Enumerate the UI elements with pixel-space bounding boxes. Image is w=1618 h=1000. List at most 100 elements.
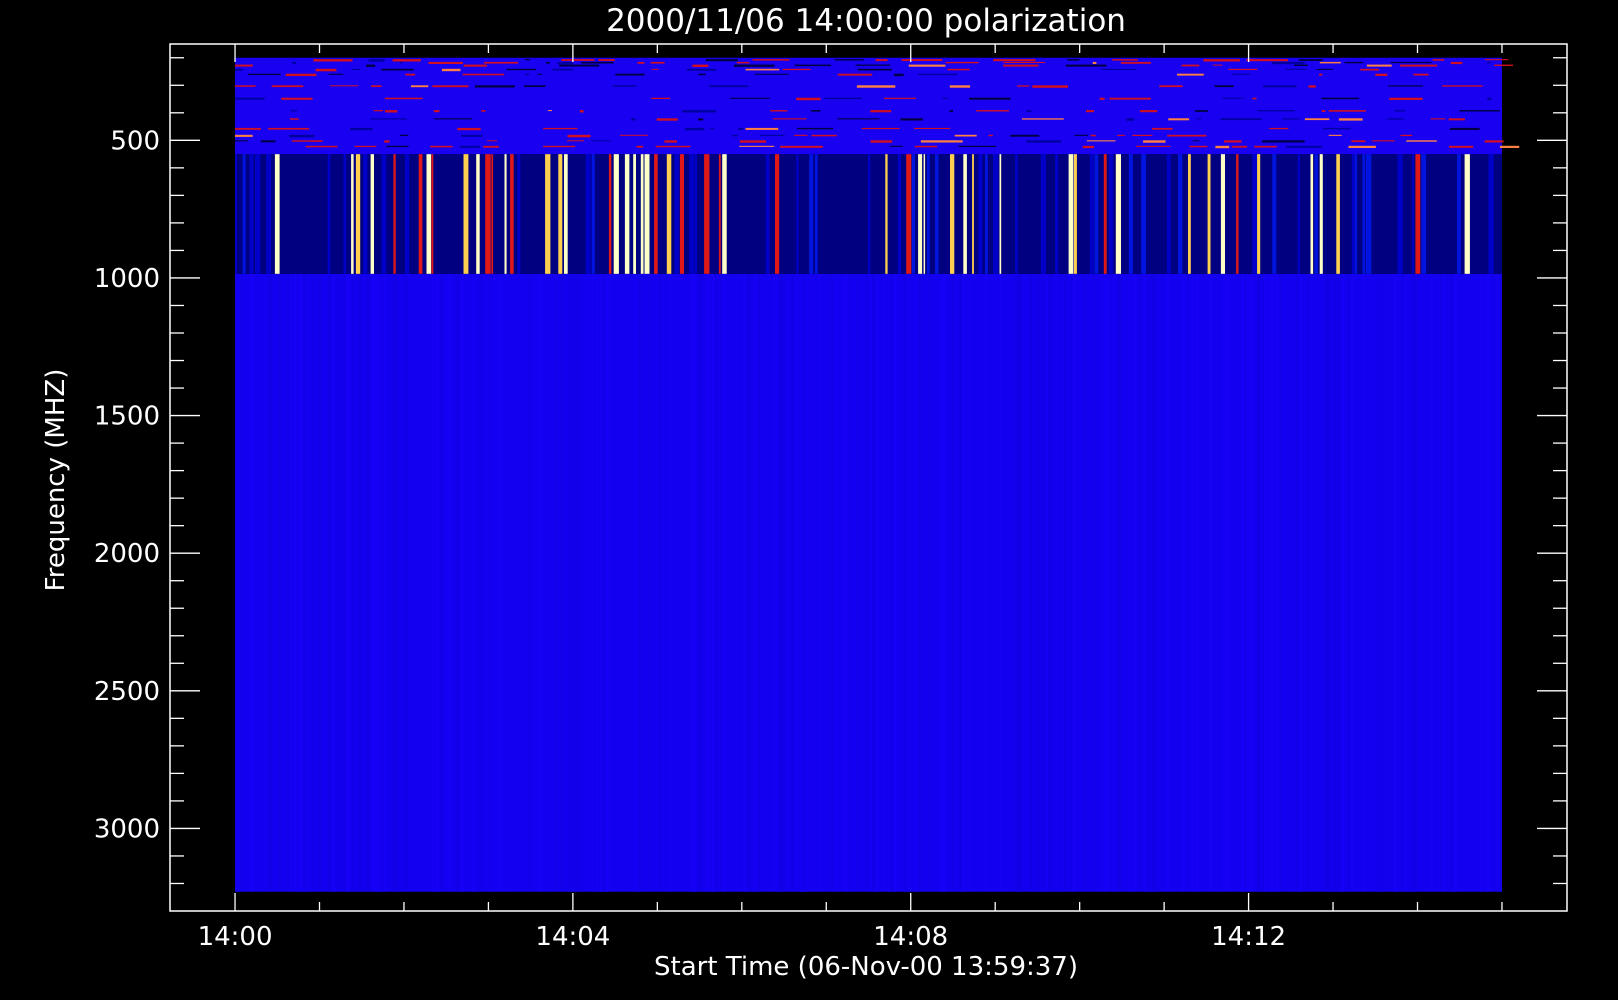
band-high-column xyxy=(773,273,776,892)
burst-column xyxy=(694,154,697,274)
streak-segment xyxy=(1400,134,1413,137)
y-axis-label: Frequency (MHZ) xyxy=(41,369,71,592)
streak-segment xyxy=(731,134,738,137)
streak-segment xyxy=(1222,97,1244,99)
streak-segment xyxy=(914,145,938,148)
band-high-column xyxy=(494,273,496,892)
streak-segment xyxy=(1338,118,1363,121)
streak-segment xyxy=(1432,59,1445,61)
streak-segment xyxy=(598,59,615,61)
band-high-column xyxy=(1209,273,1212,892)
y-tick-label: 500 xyxy=(110,126,160,156)
band-high-column xyxy=(1143,273,1147,892)
burst-column xyxy=(266,154,271,274)
burst-column xyxy=(1319,154,1323,274)
band-high-column xyxy=(883,273,885,892)
band-high-column xyxy=(379,273,382,892)
band-high-column xyxy=(637,273,642,892)
streak-segment xyxy=(1286,145,1323,148)
streak-segment xyxy=(1109,97,1151,100)
streak-segment xyxy=(1189,145,1208,148)
x-tick-label: 14:12 xyxy=(1211,922,1286,952)
band-high-column xyxy=(568,273,570,892)
band-high-column xyxy=(328,273,331,892)
band-high-column xyxy=(754,273,757,892)
burst-column xyxy=(1074,154,1077,274)
streak-segment xyxy=(1450,61,1463,65)
band-high-column xyxy=(1029,273,1033,892)
burst-column xyxy=(1220,154,1225,274)
burst-column xyxy=(1068,154,1074,274)
band-high-column xyxy=(1166,273,1170,892)
streak-segment xyxy=(1319,61,1341,64)
streak-segment xyxy=(1321,110,1326,112)
streak-segment xyxy=(1449,145,1474,148)
burst-column xyxy=(633,154,636,274)
band-high-column xyxy=(436,273,440,892)
streak-segment xyxy=(1285,68,1307,70)
streak-segment xyxy=(1321,97,1359,100)
band-high-column xyxy=(889,273,893,892)
burst-column xyxy=(274,154,280,274)
band-high-column xyxy=(906,273,910,892)
streak-segment xyxy=(315,68,337,72)
band-high-column xyxy=(1092,273,1096,892)
band-high-column xyxy=(1450,273,1454,892)
burst-column xyxy=(897,154,901,274)
band-high-column xyxy=(277,273,282,892)
burst-column xyxy=(972,154,974,274)
streak-segment xyxy=(861,127,900,130)
band-high-column xyxy=(843,273,848,892)
streak-segment xyxy=(537,73,543,75)
streak-segment xyxy=(1348,145,1376,148)
streak-segment xyxy=(1388,85,1423,87)
burst-column xyxy=(426,154,432,274)
band-high-column xyxy=(848,273,850,892)
streak-segment xyxy=(235,140,248,142)
band-high-column xyxy=(1225,273,1228,892)
streak-segment xyxy=(1406,140,1437,142)
burst-column xyxy=(885,154,888,274)
band-high-column xyxy=(537,273,542,892)
band-high-column xyxy=(1072,273,1076,892)
burst-column xyxy=(815,154,818,274)
streak-segment xyxy=(291,140,309,142)
burst-column xyxy=(404,154,410,274)
band-high-column xyxy=(560,273,565,892)
band-high-column xyxy=(1263,273,1268,892)
band-high-column xyxy=(857,273,859,892)
band-high-column xyxy=(801,273,805,892)
band-high-column xyxy=(702,273,704,892)
band-high-column xyxy=(1104,273,1109,892)
band-high-column xyxy=(810,273,812,892)
streak-segment xyxy=(285,73,317,77)
burst-column xyxy=(796,154,799,274)
streak-segment xyxy=(794,134,808,136)
streak-segment xyxy=(1448,118,1465,121)
band-high-column xyxy=(599,273,603,892)
burst-column xyxy=(722,154,727,274)
band-high-column xyxy=(1113,273,1116,892)
band-high-column xyxy=(719,273,722,892)
streak-segment xyxy=(1214,85,1234,88)
burst-column xyxy=(644,154,650,274)
band-high-column xyxy=(704,273,706,892)
streak-segment xyxy=(1308,85,1316,88)
streak-segment xyxy=(459,145,480,148)
streak-segment xyxy=(434,118,472,120)
band-high-column xyxy=(1410,273,1415,892)
band-high-column xyxy=(752,273,754,892)
streak-segment xyxy=(1319,73,1323,76)
streak-segment xyxy=(908,64,946,67)
band-high-column xyxy=(757,273,761,892)
streak-segment xyxy=(1086,110,1094,113)
streak-segment xyxy=(1494,64,1513,66)
band-high-column xyxy=(392,273,395,892)
streak-segment xyxy=(1450,127,1480,130)
band-high-column xyxy=(1257,273,1261,892)
burst-column xyxy=(775,154,780,274)
band-high-column xyxy=(1430,273,1434,892)
streak-segment xyxy=(837,118,880,120)
streak-segment xyxy=(313,59,353,62)
band-high-column xyxy=(1453,273,1458,892)
